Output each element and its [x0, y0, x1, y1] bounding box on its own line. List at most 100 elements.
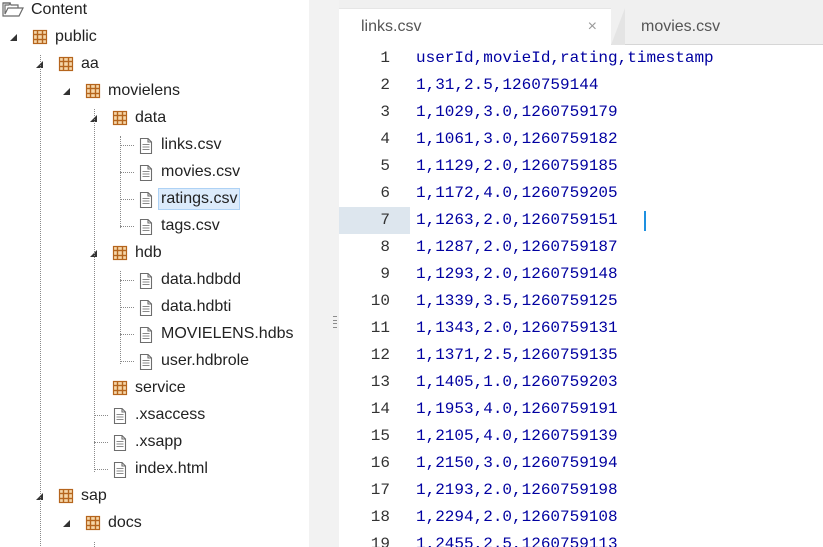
code-line[interactable]: 9 1,1293,2.0,1260759148: [339, 261, 823, 288]
tree-item-label: user.hdbrole: [161, 352, 250, 369]
code-line[interactable]: 19 1,2455,2.5,1260759113: [339, 531, 823, 547]
tree-item[interactable]: .xsaccess: [112, 404, 208, 426]
tree-item[interactable]: movielens: [85, 80, 183, 102]
line-text[interactable]: userId,movieId,rating,timestamp: [416, 45, 714, 72]
line-number: 1: [380, 49, 390, 67]
line-number: 19: [370, 535, 390, 547]
file-tree: Content public aa movielens data links.csv mov…: [0, 0, 309, 547]
code-line[interactable]: 14 1,1953,4.0,1260759191: [339, 396, 823, 423]
code-line[interactable]: 5 1,1129,2.0,1260759185: [339, 153, 823, 180]
tree-item[interactable]: index.html: [112, 458, 211, 480]
line-text[interactable]: 1,2294,2.0,1260759108: [416, 504, 618, 531]
tree-guide: [120, 199, 134, 200]
tree-item[interactable]: data.hdbti: [138, 296, 234, 318]
line-text[interactable]: 1,1287,2.0,1260759187: [416, 234, 618, 261]
code-editor[interactable]: links.csv × movies.csv 1 userId,movieId,r…: [339, 0, 823, 547]
tree-item-label: .xsaccess: [135, 406, 206, 423]
line-text[interactable]: 1,1339,3.5,1260759125: [416, 288, 618, 315]
line-number: 17: [370, 481, 390, 499]
tree-item[interactable]: tags.csv: [138, 215, 223, 237]
tab-links-csv[interactable]: links.csv ×: [339, 8, 611, 45]
line-text[interactable]: 1,1172,4.0,1260759205: [416, 180, 618, 207]
line-text[interactable]: 1,2193,2.0,1260759198: [416, 477, 618, 504]
line-number: 6: [380, 184, 390, 202]
line-text[interactable]: 1,1405,1.0,1260759203: [416, 369, 618, 396]
line-text[interactable]: 1,2105,4.0,1260759139: [416, 423, 618, 450]
line-text[interactable]: 1,2455,2.5,1260759113: [416, 531, 618, 547]
file-icon: [138, 272, 154, 290]
close-tab-icon[interactable]: ×: [588, 18, 597, 36]
tree-item[interactable]: hdb: [112, 242, 165, 264]
line-number: 2: [380, 76, 390, 94]
code-line[interactable]: 10 1,1339,3.5,1260759125: [339, 288, 823, 315]
tree-item-label: links.csv: [161, 136, 222, 153]
tree-item[interactable]: .xsapp: [112, 431, 185, 453]
line-number: 9: [380, 265, 390, 283]
code-line[interactable]: 2 1,31,2.5,1260759144: [339, 72, 823, 99]
code-line[interactable]: 7 1,1263,2.0,1260759151: [339, 207, 823, 234]
tree-guide: [120, 271, 121, 364]
file-icon: [138, 353, 154, 371]
tree-item[interactable]: user.hdbrole: [138, 350, 252, 372]
line-text[interactable]: 1,1029,3.0,1260759179: [416, 99, 618, 126]
code-line[interactable]: 12 1,1371,2.5,1260759135: [339, 342, 823, 369]
package-icon: [112, 380, 128, 396]
tree-guide: [40, 55, 41, 546]
code-line[interactable]: 6 1,1172,4.0,1260759205: [339, 180, 823, 207]
expand-toggle-icon[interactable]: [9, 33, 18, 42]
code-line[interactable]: 13 1,1405,1.0,1260759203: [339, 369, 823, 396]
expand-toggle-icon[interactable]: [62, 87, 71, 96]
code-line[interactable]: 3 1,1029,3.0,1260759179: [339, 99, 823, 126]
code-line[interactable]: 18 1,2294,2.0,1260759108: [339, 504, 823, 531]
splitter-grip-icon[interactable]: [333, 316, 337, 328]
pane-splitter[interactable]: [309, 0, 339, 547]
line-text[interactable]: 1,1061,3.0,1260759182: [416, 126, 618, 153]
file-icon: [138, 218, 154, 236]
package-icon: [32, 29, 48, 45]
tree-item[interactable]: data: [112, 107, 169, 129]
code-line[interactable]: 11 1,1343,2.0,1260759131: [339, 315, 823, 342]
code-line[interactable]: 15 1,2105,4.0,1260759139: [339, 423, 823, 450]
tree-item[interactable]: MOVIELENS.hdbs: [138, 323, 297, 345]
code-line[interactable]: 1 userId,movieId,rating,timestamp: [339, 45, 823, 72]
tree-item-label: data: [135, 109, 167, 126]
tree-guide: [94, 109, 95, 472]
code-line[interactable]: 17 1,2193,2.0,1260759198: [339, 477, 823, 504]
code-line[interactable]: 4 1,1061,3.0,1260759182: [339, 126, 823, 153]
tree-item[interactable]: aa: [58, 53, 102, 75]
package-icon: [85, 83, 101, 99]
tab-movies-csv[interactable]: movies.csv: [619, 8, 823, 45]
tree-item[interactable]: movies.csv: [138, 161, 243, 183]
line-text[interactable]: 1,1371,2.5,1260759135: [416, 342, 618, 369]
tree-item-label: Content: [31, 1, 88, 18]
line-text[interactable]: 1,31,2.5,1260759144: [416, 72, 598, 99]
package-icon: [85, 515, 101, 531]
tree-guide: [120, 280, 134, 281]
code-line[interactable]: 8 1,1287,2.0,1260759187: [339, 234, 823, 261]
tree-item[interactable]: sap: [58, 485, 110, 507]
line-text[interactable]: 1,2150,3.0,1260759194: [416, 450, 618, 477]
tree-item-label: sap: [81, 487, 107, 504]
tree-item[interactable]: public: [32, 26, 100, 48]
tree-item[interactable]: ratings.csv: [138, 188, 241, 210]
tree-guide: [94, 542, 95, 547]
tree-item[interactable]: docs: [85, 512, 145, 534]
line-text[interactable]: 1,1343,2.0,1260759131: [416, 315, 618, 342]
tree-item-label: hdb: [135, 244, 162, 261]
package-icon: [58, 488, 74, 504]
tree-item[interactable]: service: [112, 377, 189, 399]
file-icon: [112, 434, 128, 452]
tree-item[interactable]: links.csv: [138, 134, 224, 156]
code-line[interactable]: 16 1,2150,3.0,1260759194: [339, 450, 823, 477]
tab-label: movies.csv: [641, 17, 721, 35]
line-text[interactable]: 1,1263,2.0,1260759151: [416, 207, 618, 234]
tree-item[interactable]: data.hdbdd: [138, 269, 244, 291]
tree-item[interactable]: Content: [2, 0, 90, 21]
line-number: 14: [370, 400, 390, 418]
line-text[interactable]: 1,1293,2.0,1260759148: [416, 261, 618, 288]
line-text[interactable]: 1,1953,4.0,1260759191: [416, 396, 618, 423]
tree-guide: [120, 361, 134, 362]
tree-guide: [94, 415, 108, 416]
expand-toggle-icon[interactable]: [62, 519, 71, 528]
line-text[interactable]: 1,1129,2.0,1260759185: [416, 153, 618, 180]
